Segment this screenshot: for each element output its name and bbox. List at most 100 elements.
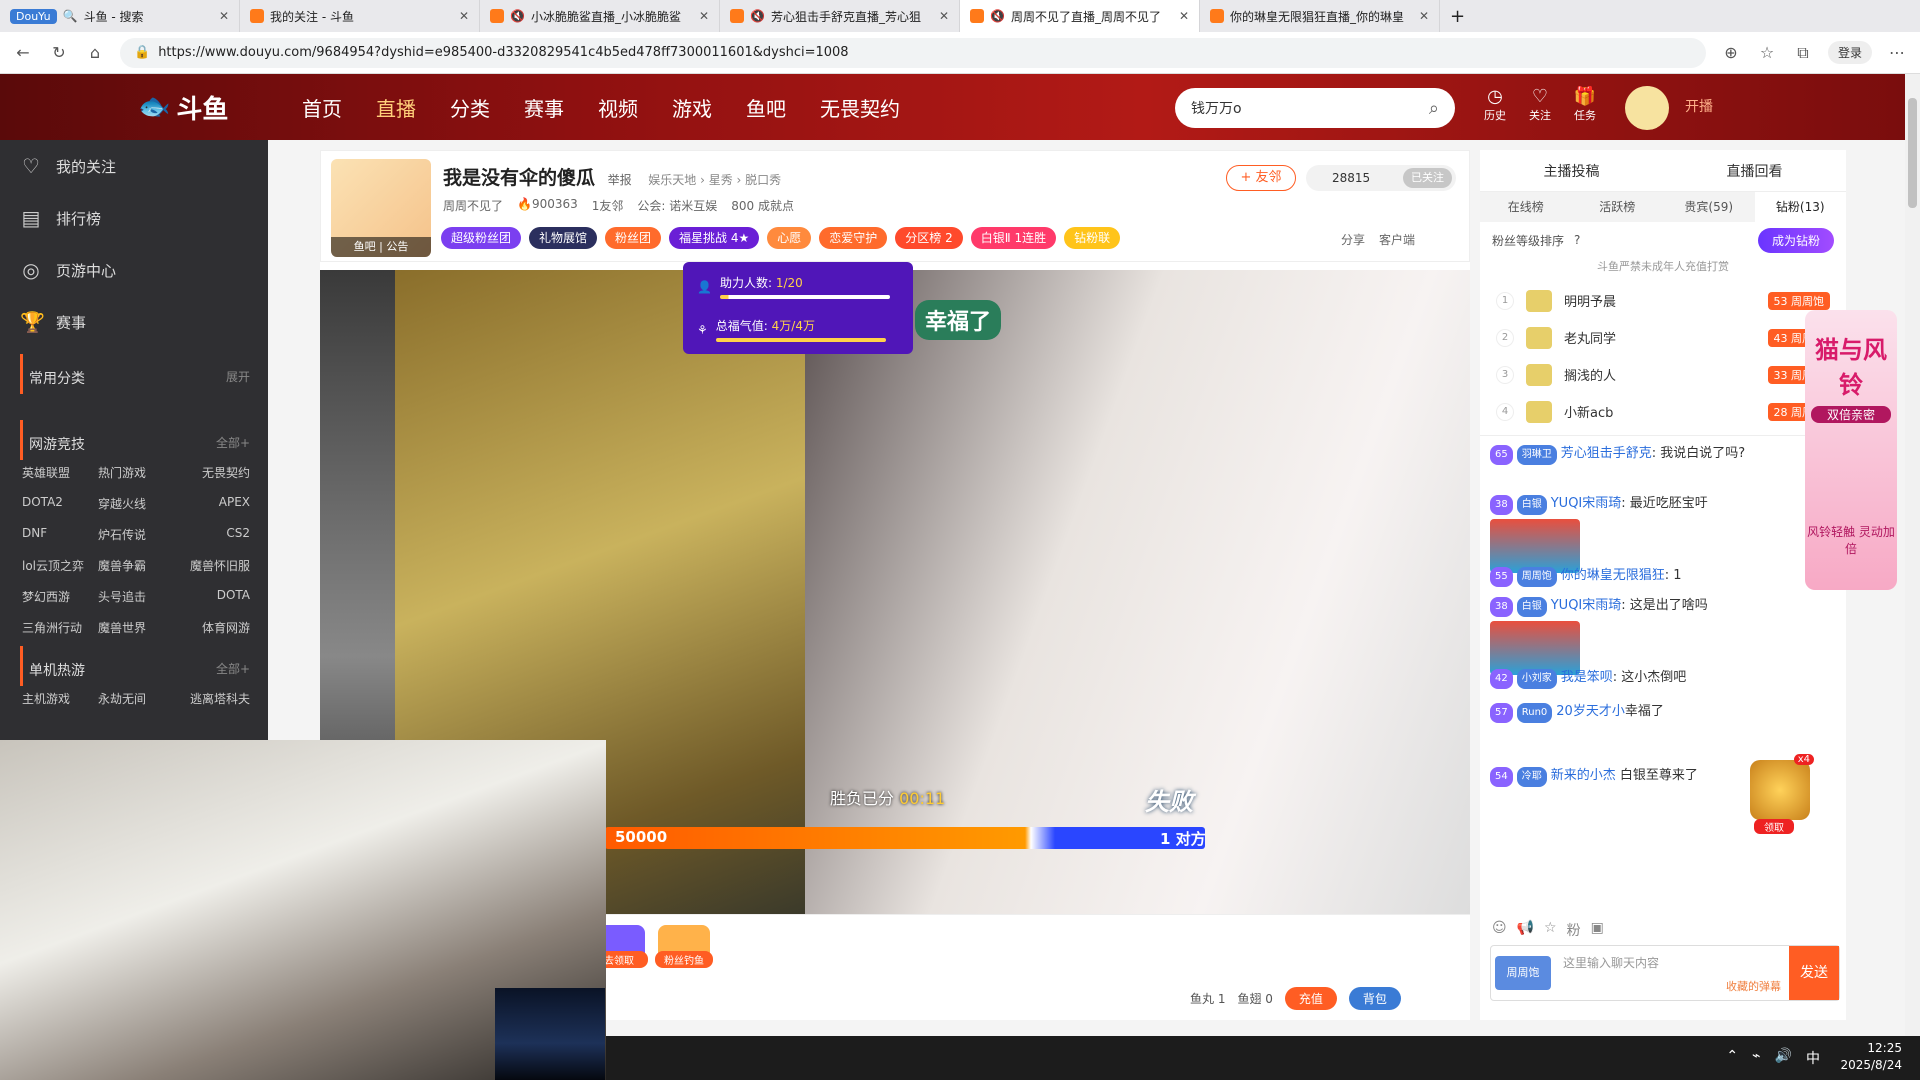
category-link[interactable]: 无畏契约 <box>174 464 250 481</box>
nav-home[interactable]: 首页 <box>302 93 342 122</box>
all-link[interactable]: 全部+ <box>216 434 250 454</box>
category-link[interactable]: APEX <box>174 495 250 512</box>
category-link[interactable]: 穿越火线 <box>98 495 174 512</box>
side-ad[interactable]: 猫与风铃 双倍亲密 风铃轻触 灵动加倍 <box>1805 310 1897 590</box>
chat-message[interactable]: 42 小刘家 我是笨呗: 这小杰倒吧 <box>1490 668 1820 689</box>
category-link[interactable]: DNF <box>22 526 98 543</box>
nav-valorant[interactable]: 无畏契约 <box>820 93 900 122</box>
refresh-icon[interactable]: ↻ <box>48 43 70 62</box>
close-icon[interactable]: ✕ <box>939 9 949 23</box>
more-icon[interactable]: ⋯ <box>1886 43 1908 62</box>
mute-icon[interactable]: 🔇 <box>750 9 765 23</box>
history-button[interactable]: ◷ 历史 <box>1475 86 1515 123</box>
chat-username[interactable]: 芳心狙击手舒克 <box>1561 446 1652 461</box>
nav-events[interactable]: 赛事 <box>524 93 564 122</box>
rank-name[interactable]: 明明予晨 <box>1564 291 1616 310</box>
tab-follow[interactable]: 我的关注 - 斗鱼 ✕ <box>240 0 480 32</box>
rank-row[interactable]: 1 明明予晨 53 周周饱 <box>1480 282 1846 319</box>
category-link[interactable]: 炉石传说 <box>98 526 174 543</box>
close-icon[interactable]: ✕ <box>1179 9 1189 23</box>
all-link[interactable]: 全部+ <box>216 660 250 680</box>
nav-video[interactable]: 视频 <box>598 93 638 122</box>
sidebar-item-webgame[interactable]: ◎ 页游中心 <box>0 244 268 296</box>
chat-list[interactable]: 65 羽琳卫 芳心狙击手舒克: 我说白说了吗? 38 白银 YUQI宋雨琦: 最近吃胚宝吁… <box>1480 435 1846 905</box>
close-icon[interactable]: ✕ <box>1419 9 1429 23</box>
category-link[interactable]: 头号追击 <box>98 588 174 605</box>
help-icon[interactable]: ? <box>1574 233 1580 247</box>
anchor-avatar[interactable]: 鱼吧 | 公告 <box>331 159 431 257</box>
category-link[interactable]: DOTA <box>174 588 250 605</box>
category-link[interactable]: 魔兽怀旧服 <box>174 557 250 574</box>
home-icon[interactable]: ⌂ <box>84 43 106 62</box>
recharge-button[interactable]: 充值 <box>1284 987 1337 1010</box>
nav-fishbar[interactable]: 鱼吧 <box>746 93 786 122</box>
back-icon[interactable]: ← <box>12 43 34 62</box>
chat-message[interactable]: 38 白银 YUQI宋雨琦: 这是出了啥吗 <box>1490 596 1820 675</box>
bag-button[interactable]: 背包 <box>1348 987 1401 1010</box>
new-tab-button[interactable]: + <box>1440 0 1480 32</box>
send-button[interactable]: 发送 <box>1789 946 1839 1000</box>
sidebar-item-rank[interactable]: ▤ 排行榜 <box>0 192 268 244</box>
chevron-up-icon[interactable]: ⌃ <box>1726 1048 1738 1068</box>
rank-name[interactable]: 老丸同学 <box>1564 328 1616 347</box>
category-link[interactable]: 三角洲行动 <box>22 619 98 636</box>
clock[interactable]: 12:25 2025/8/24 <box>1840 1040 1902 1074</box>
guild[interactable]: 公会: 诺米互娱 <box>637 197 717 214</box>
rank-name[interactable]: 搁浅的人 <box>1564 365 1616 384</box>
network-icon[interactable]: ⌁ <box>1752 1048 1760 1068</box>
room-badge[interactable]: 心愿 <box>767 227 812 249</box>
close-icon[interactable]: ✕ <box>459 9 469 23</box>
room-badge[interactable]: 恋爱守护 <box>819 227 888 249</box>
barrage-mode-icon[interactable]: ▣ <box>1591 920 1604 940</box>
tab-room-2[interactable]: 🔇 芳心狙击手舒克直播_芳心狙 ✕ <box>720 0 960 32</box>
chat-message[interactable]: 57 Run0 20岁天才小幸福了 <box>1490 702 1820 723</box>
sidebar-item-events[interactable]: 🏆 赛事 <box>0 296 268 348</box>
url-field[interactable]: 🔒 https://www.douyu.com/9684954?dyshid=e… <box>120 37 1706 68</box>
emoji-icon[interactable]: ☺ <box>1492 920 1507 940</box>
tab-active[interactable]: 活跃榜 <box>1572 192 1664 222</box>
chat-message[interactable]: 55 周周饱 你的琳皇无限猖狂: 1 <box>1490 566 1820 587</box>
rank-name[interactable]: 小新acb <box>1564 402 1613 421</box>
scrollbar-thumb[interactable] <box>1908 98 1917 208</box>
volume-icon[interactable]: 🔊 <box>1775 1048 1792 1068</box>
replay-link[interactable]: 直播回看 <box>1727 161 1783 181</box>
chat-message[interactable]: 38 白银 YUQI宋雨琦: 最近吃胚宝吁 <box>1490 494 1820 573</box>
page-scrollbar[interactable] <box>1905 74 1920 1036</box>
report-link[interactable]: 举报 <box>608 173 632 187</box>
category-link[interactable]: 魔兽争霸 <box>98 557 174 574</box>
client-button[interactable]: 客户端 <box>1379 231 1415 248</box>
site-logo[interactable]: 🐟 斗鱼 <box>138 86 268 128</box>
search-box[interactable]: 钱万万o ⌕ <box>1175 88 1455 128</box>
chest-claim[interactable]: 领取 <box>1754 819 1794 834</box>
zoom-icon[interactable]: ⊕ <box>1720 43 1742 62</box>
category-link[interactable]: 梦幻西游 <box>22 588 98 605</box>
star-icon[interactable]: ☆ <box>1544 920 1557 940</box>
nav-games[interactable]: 游戏 <box>672 93 712 122</box>
room-badge[interactable]: 分区榜 2 <box>895 227 963 249</box>
room-badge[interactable]: 粉丝团 <box>605 227 662 249</box>
start-live-button[interactable]: 开播 <box>1685 96 1713 116</box>
category-link[interactable]: 体育网游 <box>174 619 250 636</box>
search-icon[interactable]: ⌕ <box>1429 98 1439 119</box>
chat-username[interactable]: 20岁天才小 <box>1556 704 1625 719</box>
mute-icon[interactable]: 🔇 <box>990 9 1005 23</box>
chat-username[interactable]: 新来的小杰 <box>1551 768 1616 783</box>
chat-username[interactable]: YUQI宋雨琦 <box>1551 598 1622 613</box>
nav-live[interactable]: 直播 <box>376 93 416 122</box>
favorite-icon[interactable]: ☆ <box>1756 43 1778 62</box>
tab-room-1[interactable]: 🔇 小冰脆脆鲨直播_小冰脆脆鲨 ✕ <box>480 0 720 32</box>
tab-vip[interactable]: 贵宾(59) <box>1663 192 1755 222</box>
search-input[interactable]: 钱万万o <box>1191 98 1242 118</box>
login-button[interactable]: 登录 <box>1827 41 1872 64</box>
tab-diamond[interactable]: 钻粉(13) <box>1754 192 1846 222</box>
rank-row[interactable]: 2 老丸同学 43 周周饱 <box>1480 319 1846 356</box>
nav-category[interactable]: 分类 <box>450 93 490 122</box>
chat-username[interactable]: YUQI宋雨琦 <box>1551 496 1622 511</box>
treasure-chest[interactable]: x4 领取 <box>1750 754 1814 834</box>
follow-friend-button[interactable]: + 友邻 <box>1226 165 1296 191</box>
task-button[interactable]: 🎁 任务 <box>1565 86 1605 123</box>
close-icon[interactable]: ✕ <box>219 9 229 23</box>
gift-item[interactable]: 粉丝钓鱼 <box>655 925 713 968</box>
ime-indicator[interactable]: 中 <box>1806 1048 1820 1068</box>
category-link[interactable]: 逃离塔科夫 <box>174 690 250 707</box>
